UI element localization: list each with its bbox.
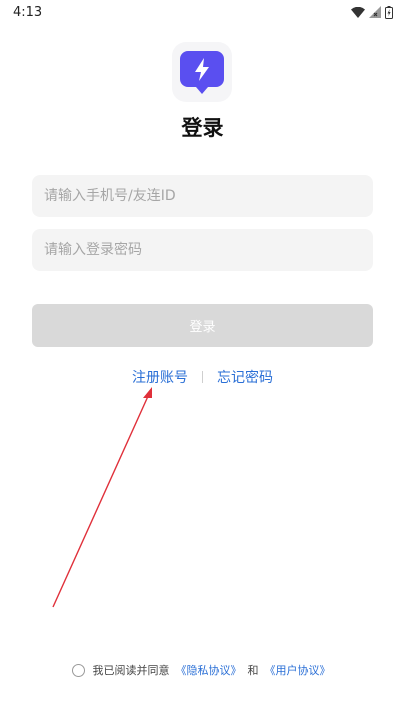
register-link[interactable]: 注册账号 [132, 367, 188, 387]
agreement-radio[interactable] [71, 663, 85, 677]
page-title: 登录 [181, 116, 224, 140]
annotation-arrow [52, 387, 152, 608]
status-icons [351, 5, 393, 19]
password-input[interactable] [32, 229, 373, 271]
phone-input[interactable] [32, 175, 373, 217]
status-bar: 4:13 [0, 0, 405, 24]
privacy-policy-link[interactable]: 《隐私协议》 [176, 662, 242, 678]
signal-icon [369, 6, 381, 18]
agreement-text: 我已阅读并同意 [92, 664, 170, 677]
agreement-row: 我已阅读并同意 《隐私协议》 和 《用户协议》 [0, 660, 405, 680]
app-logo [172, 42, 232, 102]
auth-links: 注册账号 忘记密码 [0, 366, 405, 388]
user-agreement-link[interactable]: 《用户协议》 [265, 662, 331, 678]
login-button[interactable]: 登录 [32, 304, 373, 347]
battery-charging-icon [385, 5, 393, 19]
status-time: 4:13 [13, 4, 43, 20]
agreement-and-text: 和 [247, 664, 259, 677]
forgot-password-link[interactable]: 忘记密码 [217, 367, 273, 387]
link-divider [202, 371, 203, 383]
wifi-icon [351, 6, 365, 18]
lightning-chat-icon [180, 51, 224, 94]
